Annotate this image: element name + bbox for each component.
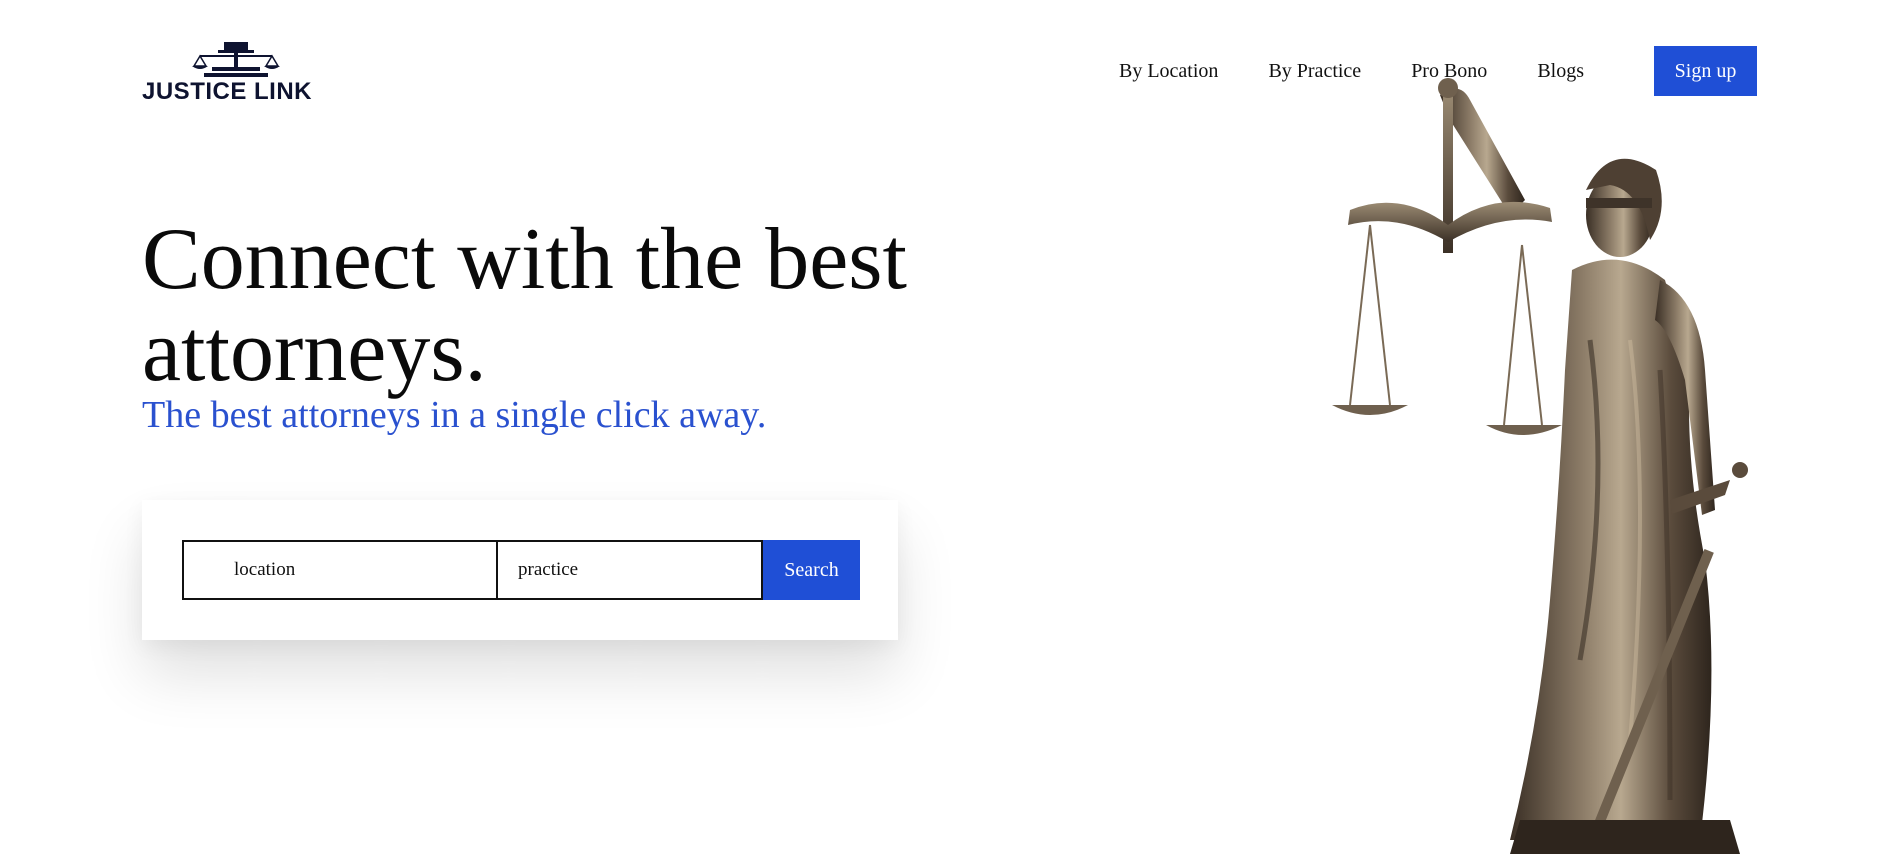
location-input[interactable] — [184, 542, 496, 598]
practice-field-wrapper — [496, 540, 763, 600]
brand-name: JUSTICE LINK — [142, 78, 313, 105]
lady-justice-statue — [1332, 78, 1748, 854]
search-button[interactable]: Search — [763, 540, 860, 600]
nav-pro-bono[interactable]: Pro Bono — [1411, 60, 1487, 83]
hero-title: Connect with the best attorneys. — [142, 211, 907, 400]
location-field-wrapper — [182, 540, 498, 600]
scales-of-justice-icon — [192, 42, 280, 77]
brand-logo[interactable]: JUSTICE LINK — [142, 38, 332, 106]
search-card: Search — [142, 500, 898, 640]
sign-up-button[interactable]: Sign up — [1654, 46, 1757, 96]
nav-by-practice[interactable]: By Practice — [1268, 60, 1361, 83]
practice-input[interactable] — [498, 542, 761, 598]
hero-subtitle: The best attorneys in a single click awa… — [142, 394, 767, 436]
nav-by-location[interactable]: By Location — [1119, 60, 1218, 83]
nav-blogs[interactable]: Blogs — [1537, 60, 1584, 83]
